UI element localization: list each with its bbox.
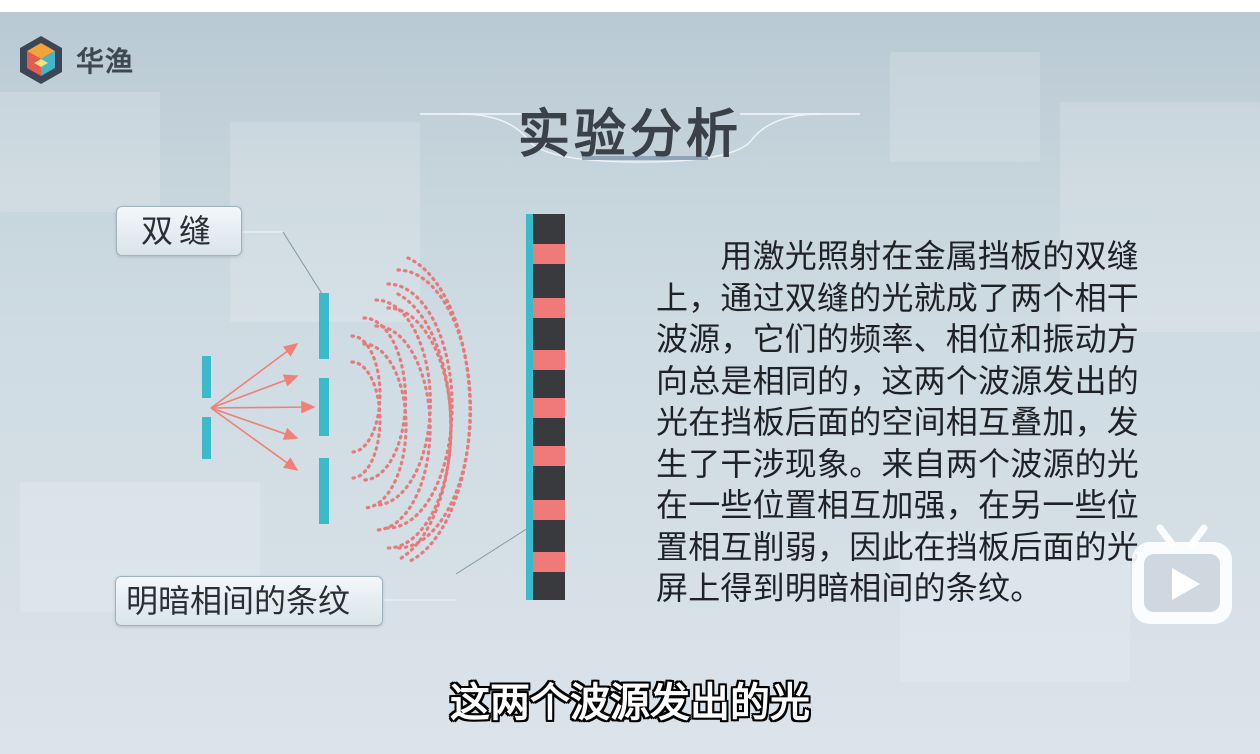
explanation-paragraph: 用激光照射在金属挡板的双缝 上，通过双缝的光就成了两个相干 波源，它们的频率、相… (656, 236, 1192, 610)
paragraph-line: 波源，它们的频率、相位和振动方 (656, 320, 1140, 358)
paragraph-line: 光在挡板后面的空间相互叠加，发 (656, 403, 1140, 441)
label-fringes: 明暗相间的条纹 (115, 576, 383, 626)
fringe-bright (533, 244, 565, 264)
fringe-bright (533, 500, 565, 520)
paragraph-line: 屏上得到明暗相间的条纹。 (656, 569, 1043, 607)
fringe-bright (533, 350, 565, 370)
label-double-slit: 双缝 (116, 206, 242, 256)
fringe-bright (533, 398, 565, 418)
fringe-bright (533, 298, 565, 318)
fringe-bright (533, 552, 565, 572)
fringe-pattern (533, 214, 565, 600)
double-slit-bottom (319, 458, 329, 524)
fringe-bright (533, 446, 565, 466)
screen-edge (526, 214, 534, 600)
single-slit-top (202, 356, 211, 398)
paragraph-line: 向总是相同的，这两个波源发出的 (656, 361, 1140, 400)
double-slit-top (319, 293, 329, 359)
paragraph-line: 上，通过双缝的光就成了两个相干 (656, 278, 1140, 317)
double-slit-middle (319, 378, 329, 436)
paragraph-line: 在一些位置相互加强，在另一些位 (656, 486, 1140, 524)
play-icon[interactable] (1128, 522, 1236, 628)
wavefronts (350, 256, 473, 564)
paragraph-line: 用激光照射在金属挡板的双缝 (656, 237, 1140, 275)
single-slit-bottom (202, 417, 211, 459)
paragraph-line: 生了干涉现象。来自两个波源的光 (656, 444, 1140, 483)
leader-line (282, 231, 325, 298)
video-subtitle: 这两个波源发出的光 (450, 680, 810, 726)
paragraph-line: 置相互削弱，因此在挡板后面的光 (656, 527, 1140, 566)
light-rays (210, 343, 316, 471)
